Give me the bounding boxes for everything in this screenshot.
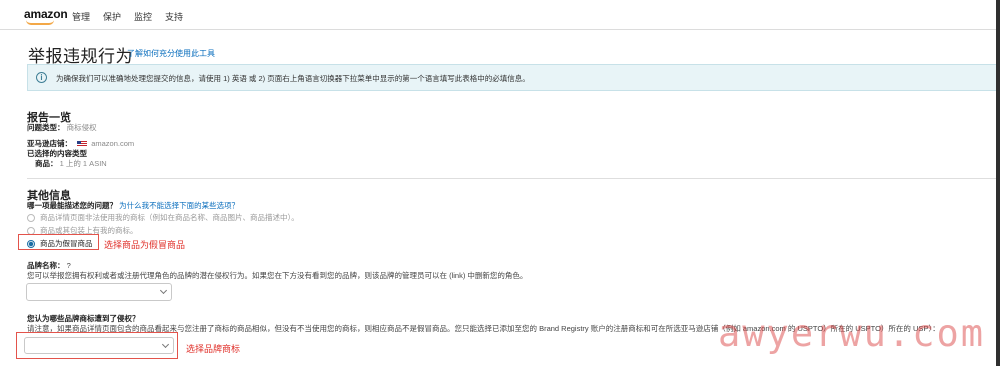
question-label: 哪一项最能描述您的问题？ xyxy=(27,201,117,210)
us-flag-icon xyxy=(77,141,88,148)
brand-description: 您可以举报您拥有权利或者或注册代理角色的品牌的潜在侵权行为。如果您在下方没有看到… xyxy=(27,271,528,280)
site-watermark: awyerwu.com xyxy=(718,312,986,355)
info-text: 为确保我们可以准确地处理您提交的信息，请使用 1) 英语 或 2) 页面右上角语… xyxy=(56,74,530,83)
issue-type-row: 问题类型： 商标侵权 xyxy=(27,122,97,133)
store-value: amazon.com xyxy=(91,139,135,148)
trademark-dropdown[interactable] xyxy=(24,337,174,354)
product-label: 商品： xyxy=(35,159,58,168)
option-trademark-misuse[interactable]: 商品详情页面非法使用我的商标（例如在商品名称、商品图片、商品描述中）。 xyxy=(27,212,299,223)
window-edge xyxy=(996,0,1000,366)
product-value: 1 上的 1 ASIN xyxy=(59,159,107,168)
section-divider xyxy=(27,178,1000,179)
product-row: 商品： 1 上的 1 ASIN xyxy=(35,158,107,169)
nav-item-monitor[interactable]: 监控 xyxy=(134,10,152,23)
option-counterfeit[interactable]: 商品为假冒商品 xyxy=(27,238,93,249)
top-nav-bar: amazon 管理 保护 监控 支持 xyxy=(0,0,1000,30)
brand-name-label: 品牌名称： xyxy=(27,261,65,270)
amazon-smile-icon xyxy=(26,20,54,25)
why-options-disabled-link[interactable]: 为什么我不能选择下面的某些选项？ xyxy=(119,201,239,210)
amazon-logo[interactable]: amazon xyxy=(24,7,68,21)
chevron-down-icon xyxy=(159,286,168,295)
nav-item-protect[interactable]: 保护 xyxy=(103,10,121,23)
chevron-down-icon xyxy=(161,340,170,349)
radio-icon xyxy=(27,213,35,222)
info-icon: i xyxy=(36,72,47,83)
issue-type-value: 商标侵权 xyxy=(66,123,97,132)
nav-item-support[interactable]: 支持 xyxy=(165,10,183,23)
info-banner: i 为确保我们可以准确地处理您提交的信息，请使用 1) 英语 或 2) 页面右上… xyxy=(27,64,1000,91)
store-label: 亚马逊店铺： xyxy=(27,139,72,148)
annotation-select-trademark: 选择品牌商标 xyxy=(186,344,241,354)
help-icon[interactable]: ? xyxy=(67,261,71,270)
main-nav: 管理 保护 监控 支持 xyxy=(72,10,183,23)
radio-selected-icon xyxy=(27,239,35,248)
nav-item-manage[interactable]: 管理 xyxy=(72,10,90,23)
question-row: 哪一项最能描述您的问题？ 为什么我不能选择下面的某些选项？ xyxy=(27,200,239,211)
annotation-select-counterfeit: 选择商品为假冒商品 xyxy=(104,240,186,250)
brand-name-dropdown[interactable] xyxy=(26,283,172,301)
learn-more-link[interactable]: 了解如何充分使用此工具 xyxy=(127,48,215,59)
issue-type-label: 问题类型： xyxy=(27,123,65,132)
